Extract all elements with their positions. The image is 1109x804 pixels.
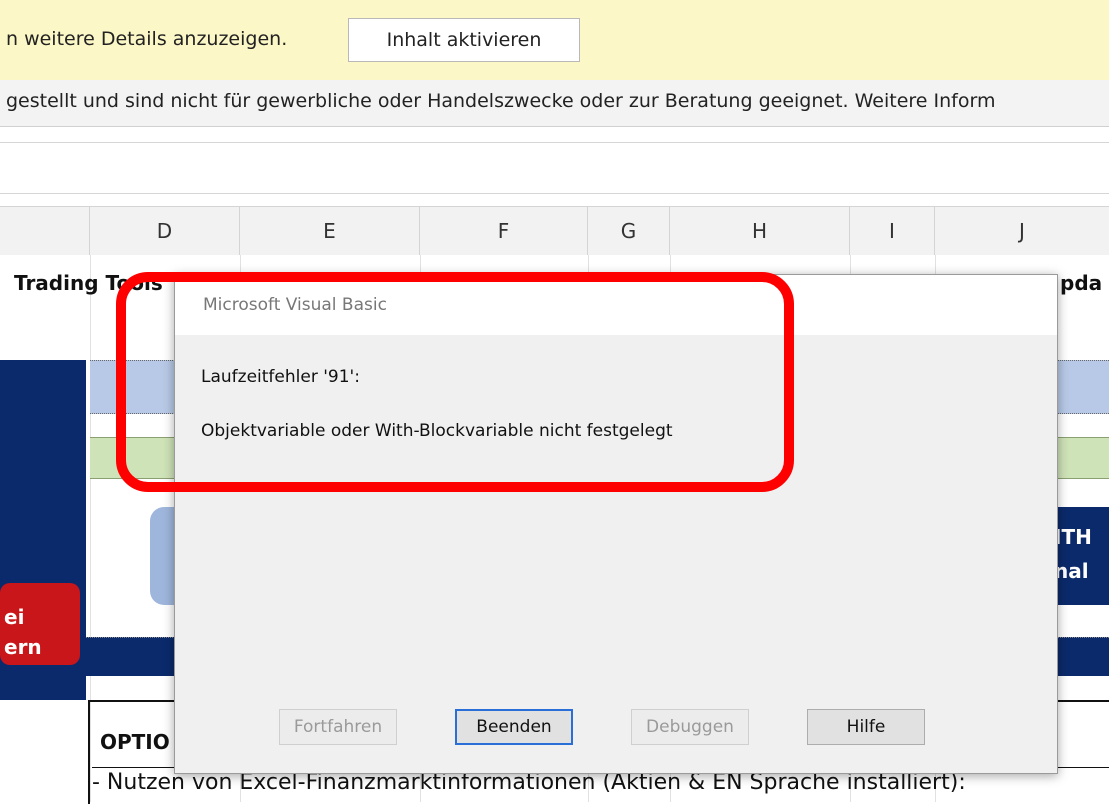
navy-button-line2: nal [1054,559,1089,583]
column-header-i[interactable]: I [850,207,935,255]
security-warning-text: n weitere Details anzuzeigen. [6,28,288,50]
column-header-g[interactable]: G [588,207,670,255]
column-header-j[interactable]: J [935,207,1109,255]
red-macro-button[interactable]: ei ern [0,583,80,665]
red-button-line2: ern [4,635,42,659]
enable-content-button[interactable]: Inhalt aktivieren [348,18,580,62]
security-warning-bar: n weitere Details anzuzeigen. Inhalt akt… [0,0,1109,81]
navy-button-line1: ITH [1054,525,1092,549]
column-header-row: D E F G H I J [0,206,1109,256]
column-header-e[interactable]: E [240,207,420,255]
options-header: OPTIO [100,730,170,754]
end-button[interactable]: Beenden [455,709,573,745]
update-header-fragment: pda [1060,271,1103,295]
red-highlight-annotation [116,272,794,492]
column-header-h[interactable]: H [670,207,850,255]
info-bar-text: gestellt und sind nicht für gewerbliche … [6,90,996,112]
help-button[interactable]: Hilfe [807,709,925,745]
column-header-d[interactable]: D [90,207,240,255]
formula-bar[interactable] [0,142,1109,194]
continue-button[interactable]: Fortfahren [279,709,397,745]
red-button-line1: ei [4,605,25,629]
column-header-f[interactable]: F [420,207,588,255]
info-bar: gestellt und sind nicht für gewerbliche … [0,80,1109,127]
debug-button[interactable]: Debuggen [631,709,749,745]
column-header-c[interactable] [0,207,90,255]
